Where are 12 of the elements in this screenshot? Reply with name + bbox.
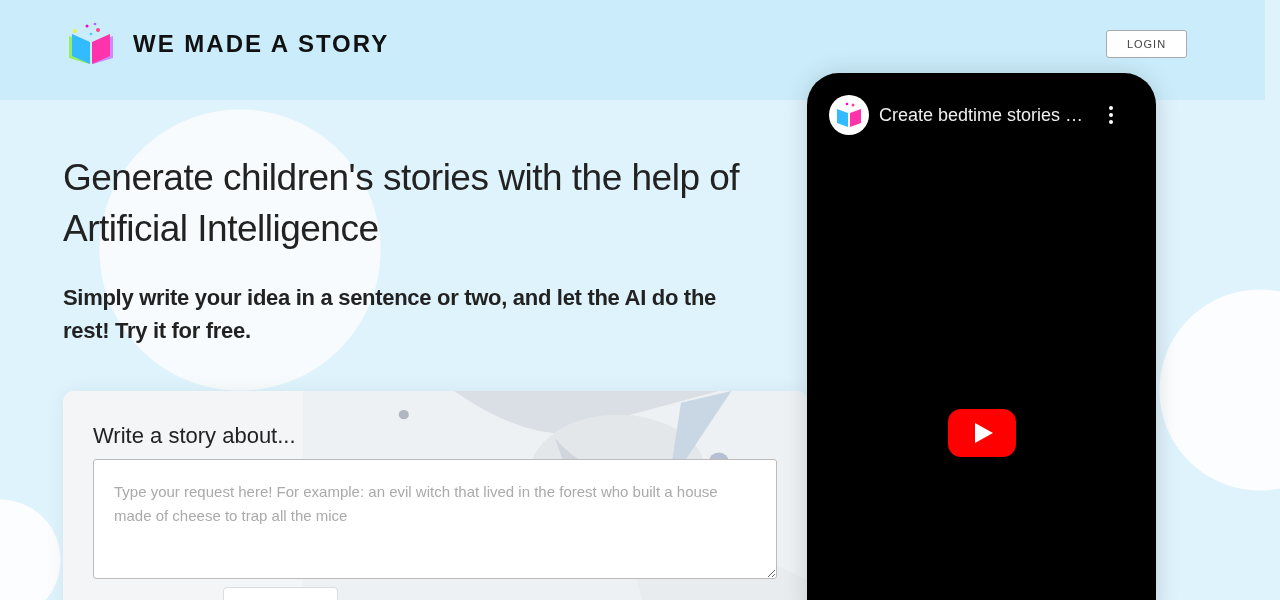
request-field[interactable]: Type your request here! For example: an evil witch that lived in the forest who built a house made of cheese to trap all the mice xyxy=(93,459,777,579)
book-logo-icon xyxy=(67,22,115,66)
hero-title: Generate children's stories with the help of Artificial Intelligence xyxy=(63,156,741,251)
video-player[interactable]: Create bedtime stories … xyxy=(807,73,1156,600)
logo-text: WE MADE A STORY xyxy=(133,30,390,58)
hero-subtitle: Simply write your idea in a sentence or two, and let the AI do the rest! Try it for free. xyxy=(63,284,717,345)
more-options-icon[interactable] xyxy=(1108,105,1114,125)
video-title[interactable]: Create bedtime stories … xyxy=(879,104,1098,126)
login-button[interactable]: LOGIN xyxy=(1106,30,1187,58)
form-heading: Write a story about... xyxy=(93,423,297,449)
play-button-icon[interactable] xyxy=(948,409,1016,457)
channel-avatar-icon xyxy=(829,95,869,135)
